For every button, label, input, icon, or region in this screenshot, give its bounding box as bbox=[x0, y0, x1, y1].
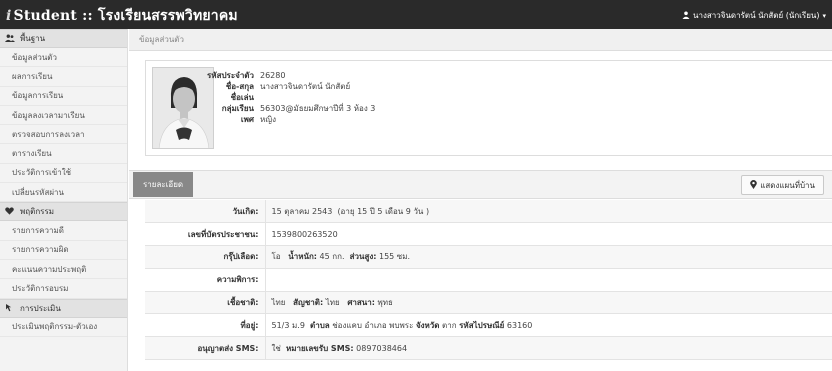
gender-value: หญิง bbox=[260, 115, 276, 124]
height-value: 155 ซม. bbox=[378, 252, 411, 262]
hand-pointer-icon bbox=[5, 303, 15, 314]
province-value: ตาก bbox=[442, 320, 457, 330]
sidebar-item-check-attendance[interactable]: ตรวจสอบการลงเวลา bbox=[0, 125, 127, 145]
id-card-label: เลขที่บัตรประชาชน: bbox=[145, 222, 266, 247]
sidebar-group-evaluation[interactable]: การประเมิน bbox=[0, 298, 127, 318]
sidebar-item-grades[interactable]: ผลการเรียน bbox=[0, 67, 127, 87]
postal-value: 63160 bbox=[506, 320, 533, 330]
sidebar-item-self-evaluation[interactable]: ประเมินพฤติกรรม-ตัวเอง bbox=[0, 318, 127, 337]
breadcrumb-current[interactable]: ข้อมูลส่วนตัว bbox=[139, 33, 184, 46]
table-row: อนุญาตส่ง SMS: ใช่ หมายเลขรับ SMS: 08970… bbox=[145, 336, 832, 361]
brand-prefix: i bbox=[6, 8, 12, 24]
sidebar-group-title: พฤติกรรม bbox=[20, 207, 55, 217]
profile-row-full-name: ชื่อ-สกุล นางสาวจินดารัตน์ นักสัตย์ bbox=[146, 81, 446, 92]
profile-row-student-id: รหัสประจำตัว 26280 bbox=[146, 70, 446, 81]
sidebar-group-behavior[interactable]: พฤติกรรม bbox=[0, 202, 127, 222]
disability-label: ความพิการ: bbox=[145, 268, 266, 292]
table-row: ความพิการ: bbox=[145, 268, 832, 292]
table-row: กรุ๊ปเลือด: โอ น้ำหนัก: 45 กก. ส่วนสูง: … bbox=[145, 245, 832, 269]
address-label: ที่อยู่: bbox=[145, 313, 266, 338]
class-group-value: 56303@มัธยมศึกษาปีที่ 3 ห้อง 3 bbox=[260, 104, 376, 113]
student-id-value: 26280 bbox=[260, 71, 286, 80]
map-marker-icon bbox=[750, 179, 758, 191]
ethnicity-value: ไทย bbox=[271, 298, 286, 308]
field-label: เพศ bbox=[240, 115, 254, 124]
birthdate-label: วันเกิด: bbox=[145, 200, 266, 224]
detail-panel-header: รายละเอียด แสดงแผนที่บ้าน bbox=[129, 170, 832, 199]
subdistrict-value: ช่องแคบ bbox=[332, 320, 362, 330]
ethnicity-label: เชื้อชาติ: bbox=[145, 291, 266, 315]
sms-allowed-value: ใช่ bbox=[271, 343, 281, 353]
top-navbar: i Student :: โรงเรียนสรรพวิทยาคม นางสาวจิ… bbox=[0, 0, 832, 29]
birthdate-value: 15 ตุลาคม 2543 bbox=[271, 206, 333, 216]
tab-details[interactable]: รายละเอียด bbox=[133, 172, 194, 197]
profile-row-gender: เพศ หญิง bbox=[146, 114, 446, 125]
height-label: ส่วนสูง: bbox=[349, 252, 377, 262]
sms-number-label: หมายเลขรับ SMS: bbox=[285, 343, 354, 353]
sidebar-item-timetable[interactable]: ตารางเรียน bbox=[0, 144, 127, 164]
show-home-map-button[interactable]: แสดงแผนที่บ้าน bbox=[741, 175, 824, 195]
body-info-cell: โอ น้ำหนัก: 45 กก. ส่วนสูง: 155 ซม. bbox=[265, 245, 832, 269]
sms-cell: ใช่ หมายเลขรับ SMS: 0897038464 bbox=[265, 336, 832, 361]
heart-icon bbox=[5, 207, 15, 217]
postal-label: รหัสไปรษณีย์ bbox=[459, 320, 505, 330]
nationality-value: ไทย bbox=[325, 298, 340, 308]
blood-type-label: กรุ๊ปเลือด: bbox=[145, 245, 266, 269]
birthdate-cell: 15 ตุลาคม 2543 (อายุ 15 ปี 5 เดือน 9 วัน… bbox=[265, 200, 832, 224]
field-label: ชื่อเล่น bbox=[230, 93, 254, 102]
full-name-value: นางสาวจินดารัตน์ นักสัตย์ bbox=[260, 82, 351, 91]
sidebar-item-good-deeds[interactable]: รายการความดี bbox=[0, 221, 127, 241]
sidebar-item-training-history[interactable]: ประวัติการอบรม bbox=[0, 279, 127, 299]
field-label: กลุ่มเรียน bbox=[221, 104, 254, 113]
table-row: ที่อยู่: 51/3 ม.9 ตำบล ช่องแคบ อำเภอ พบพ… bbox=[145, 313, 832, 338]
age-value: (อายุ 15 ปี 5 เดือน 9 วัน ) bbox=[337, 206, 430, 216]
sidebar-item-study-info[interactable]: ข้อมูลการเรียน bbox=[0, 87, 127, 106]
user-menu[interactable]: นางสาวจินดารัตน์ นักสัตย์ (นักเรียน) ▾ bbox=[682, 9, 826, 22]
brand-title: Student :: โรงเรียนสรรพวิทยาคม bbox=[13, 8, 238, 24]
sidebar-item-login-history[interactable]: ประวัติการเข้าใช้ bbox=[0, 164, 127, 184]
sidebar-group-basic[interactable]: พื้นฐาน bbox=[0, 29, 127, 48]
sidebar-item-conduct-score[interactable]: คะแนนความประพฤติ bbox=[0, 260, 127, 280]
ethnicity-cell: ไทย สัญชาติ: ไทย ศาสนา: พุทธ bbox=[265, 291, 832, 315]
users-icon bbox=[5, 34, 15, 44]
province-label: จังหวัด bbox=[415, 320, 440, 330]
field-label: ชื่อ-สกุล bbox=[225, 82, 254, 91]
map-button-label: แสดงแผนที่บ้าน bbox=[760, 180, 815, 190]
table-row: วันเกิด: 15 ตุลาคม 2543 (อายุ 15 ปี 5 เด… bbox=[145, 200, 832, 224]
user-icon bbox=[682, 11, 690, 21]
app-brand[interactable]: i Student :: โรงเรียนสรรพวิทยาคม bbox=[6, 5, 238, 27]
nationality-label: สัญชาติ: bbox=[293, 298, 324, 308]
sidebar-group-title: การประเมิน bbox=[20, 303, 61, 313]
weight-value: 45 กก. bbox=[319, 252, 345, 262]
blood-type-value: โอ bbox=[271, 252, 281, 262]
sms-number-value: 0897038464 bbox=[356, 343, 408, 353]
address-cell: 51/3 ม.9 ตำบล ช่องแคบ อำเภอ พบพระ จังหวั… bbox=[265, 313, 832, 338]
religion-value: พุทธ bbox=[377, 298, 393, 308]
district-label: อำเภอ bbox=[364, 320, 387, 330]
sidebar-item-profile[interactable]: ข้อมูลส่วนตัว bbox=[0, 48, 127, 68]
profile-card: รหัสประจำตัว 26280 ชื่อ-สกุล นางสาวจินดา… bbox=[145, 60, 832, 156]
sidebar-item-offenses[interactable]: รายการความผิด bbox=[0, 241, 127, 260]
profile-row-nickname: ชื่อเล่น bbox=[146, 92, 446, 103]
user-name: นางสาวจินดารัตน์ นักสัตย์ (นักเรียน) bbox=[693, 11, 820, 20]
breadcrumb: ข้อมูลส่วนตัว bbox=[129, 29, 832, 51]
weight-label: น้ำหนัก: bbox=[288, 252, 317, 262]
table-row: เชื้อชาติ: ไทย สัญชาติ: ไทย ศาสนา: พุทธ bbox=[145, 291, 832, 315]
district-value: พบพระ bbox=[389, 320, 414, 330]
chevron-down-icon: ▾ bbox=[822, 11, 826, 20]
profile-row-class-group: กลุ่มเรียน 56303@มัธยมศึกษาปีที่ 3 ห้อง … bbox=[146, 103, 446, 114]
subdistrict-label: ตำบล bbox=[310, 320, 330, 330]
sidebar-item-change-password[interactable]: เปลี่ยนรหัสผ่าน bbox=[0, 183, 127, 203]
table-row: เลขที่บัตรประชาชน: 1539800263520 bbox=[145, 222, 832, 247]
field-label: รหัสประจำตัว bbox=[207, 71, 254, 80]
house-value: 51/3 ม.9 bbox=[271, 320, 305, 330]
disability-value bbox=[265, 268, 832, 292]
sms-label: อนุญาตส่ง SMS: bbox=[145, 336, 266, 361]
religion-label: ศาสนา: bbox=[347, 298, 375, 308]
sidebar-item-attendance[interactable]: ข้อมูลลงเวลามาเรียน bbox=[0, 106, 127, 126]
detail-table: วันเกิด: 15 ตุลาคม 2543 (อายุ 15 ปี 5 เด… bbox=[145, 200, 832, 361]
id-card-value: 1539800263520 bbox=[265, 222, 832, 247]
sidebar: พื้นฐาน ข้อมูลส่วนตัว ผลการเรียน ข้อมูลก… bbox=[0, 29, 128, 371]
sidebar-group-title: พื้นฐาน bbox=[20, 34, 46, 43]
